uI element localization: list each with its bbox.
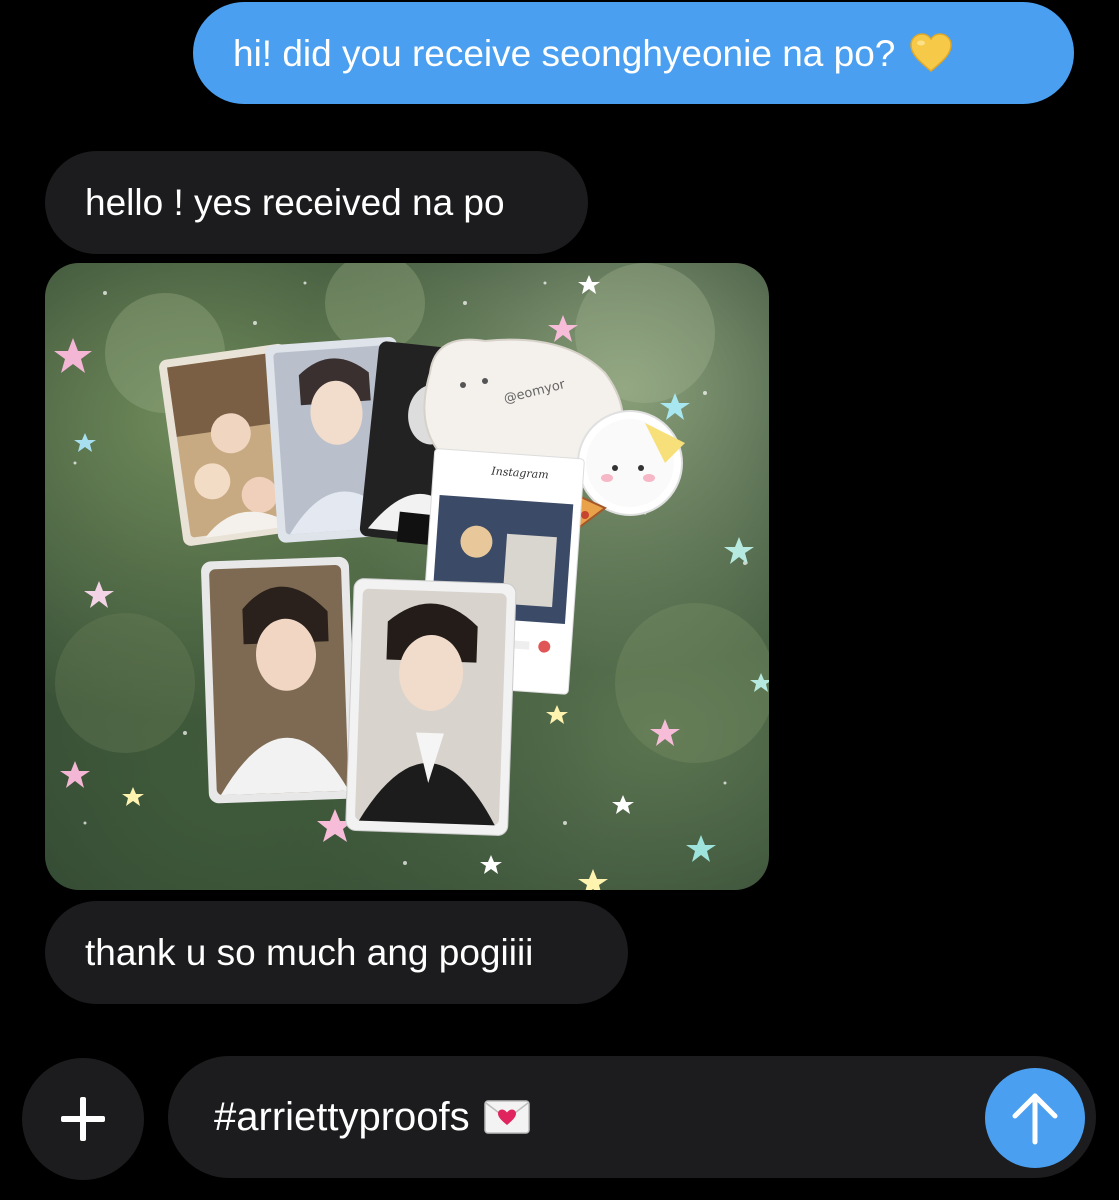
message-text: hello ! yes received na po [85, 182, 505, 223]
add-attachment-button[interactable] [22, 1058, 144, 1180]
message-text: hi! did you receive seonghyeonie na po? [233, 32, 896, 74]
plus-icon [61, 1097, 105, 1141]
message-input-text: #arriettyproofs [214, 1094, 470, 1139]
sent-message-bubble[interactable]: hi! did you receive seonghyeonie na po? [193, 2, 1074, 104]
photocard-group: @eomyor Instagram [159, 336, 685, 836]
photo-message[interactable]: @eomyor Instagram [45, 263, 769, 890]
received-message-bubble[interactable]: hello ! yes received na po [45, 151, 588, 254]
yellow-heart-icon [909, 33, 953, 73]
message-text: thank u so much ang pogiiii [85, 932, 534, 973]
received-message-bubble[interactable]: thank u so much ang pogiiii [45, 901, 628, 1004]
send-button[interactable] [985, 1068, 1085, 1168]
message-input[interactable]: #arriettyproofs [168, 1056, 1096, 1178]
arrow-up-icon [1012, 1093, 1058, 1145]
love-letter-icon [483, 1099, 530, 1135]
